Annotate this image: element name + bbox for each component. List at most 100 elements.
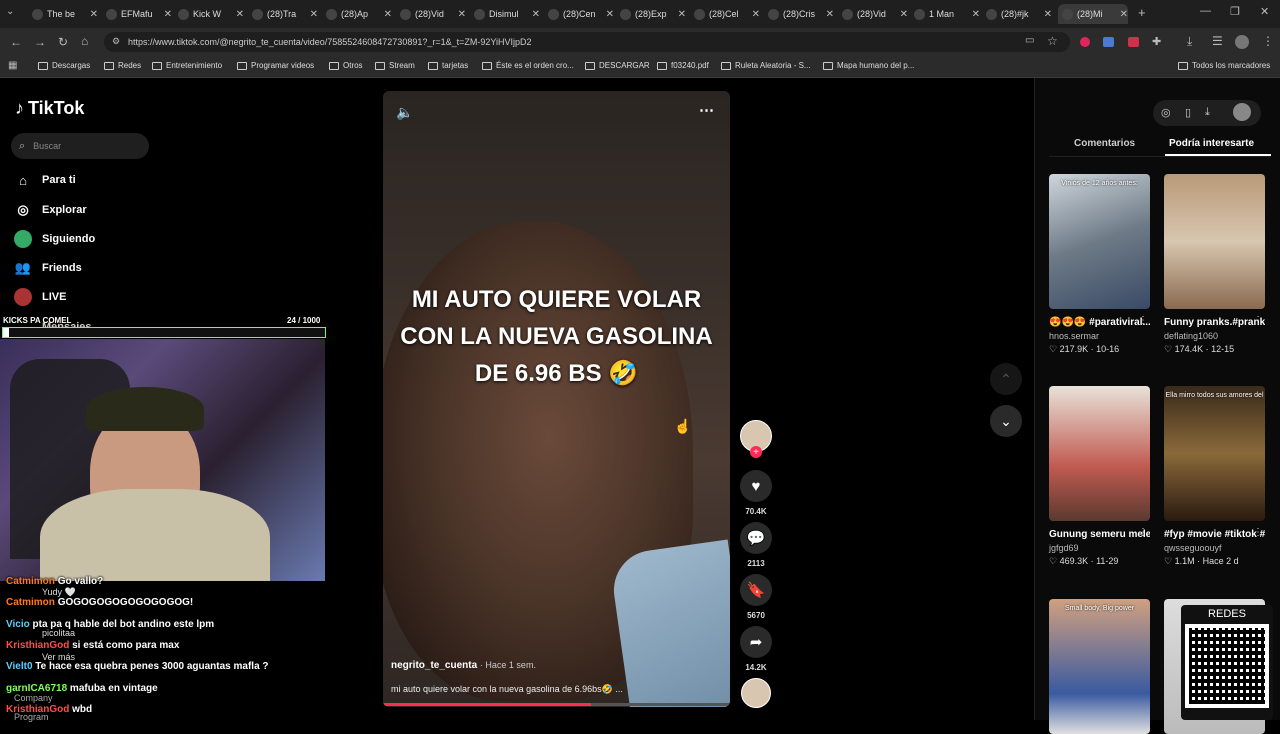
bookmark-item[interactable]: DESCARGAR xyxy=(585,61,650,70)
browser-menu-icon[interactable]: ⋮ xyxy=(1262,34,1274,48)
tab-close-icon[interactable]: ✕ xyxy=(90,9,98,20)
tab-close-icon[interactable]: ✕ xyxy=(972,9,980,20)
suggested-video-card[interactable]: Gunung semeru meletus lagi pad... jgfgd69… xyxy=(1049,386,1150,567)
browser-tab[interactable]: (28)Vid ✕ xyxy=(396,4,466,24)
download-icon[interactable]: ⤓ xyxy=(1205,106,1210,119)
tab-close-icon[interactable]: ✕ xyxy=(900,9,908,20)
home-icon[interactable]: ⌂ xyxy=(81,34,88,48)
tab-close-icon[interactable]: ✕ xyxy=(826,9,834,20)
reading-list-icon[interactable]: ☰ xyxy=(1212,34,1223,48)
url-input[interactable]: https://www.tiktok.com/@negrito_te_cuent… xyxy=(104,32,1070,52)
bookmark-item[interactable]: Redes xyxy=(104,61,141,70)
footer-program[interactable]: Program xyxy=(14,712,49,722)
extension-icon[interactable] xyxy=(1128,37,1139,47)
browser-tab[interactable]: (28)Mi ✕ xyxy=(1058,4,1128,24)
video-thumbnail[interactable]: Viniós de 12 años antes: xyxy=(1049,174,1150,309)
tab-close-icon[interactable]: ✕ xyxy=(752,9,760,20)
download-icon[interactable]: ⤓ xyxy=(1187,34,1192,49)
browser-tab[interactable]: (28)Exp ✕ xyxy=(616,4,686,24)
card-user[interactable]: deflating1060 xyxy=(1164,331,1265,341)
browser-tab[interactable]: EFMafu ✕ xyxy=(102,4,172,24)
tab-close-icon[interactable]: ✕ xyxy=(678,9,686,20)
search-input[interactable]: ⌕ Buscar xyxy=(11,133,149,159)
bookmark-item[interactable]: f03240.pdf xyxy=(657,61,709,70)
maximize-icon[interactable]: ❐ xyxy=(1230,5,1240,18)
tab-close-icon[interactable]: ✕ xyxy=(606,9,614,20)
music-disc-avatar[interactable] xyxy=(741,678,771,708)
tiktok-logo[interactable]: ♪ TikTok xyxy=(15,98,84,119)
suggested-video-card[interactable]: Ella mirro todos sus amores del #fyp #mov… xyxy=(1164,386,1265,567)
tab-comments[interactable]: Comentarios xyxy=(1074,138,1135,149)
bookmark-item[interactable]: Todos los marcadores xyxy=(1178,61,1270,70)
browser-tab[interactable]: The be ✕ xyxy=(28,4,98,24)
translate-extension-icon[interactable] xyxy=(1103,37,1114,47)
browser-tab[interactable]: Disimul ✕ xyxy=(470,4,540,24)
like-button[interactable]: ♥ xyxy=(740,470,772,502)
back-icon[interactable]: ← xyxy=(10,35,22,49)
nav-for-you[interactable]: ⌂ Para ti xyxy=(14,171,76,189)
browser-tab[interactable]: (28)Cris ✕ xyxy=(764,4,834,24)
bookmark-item[interactable]: Entretenimiento xyxy=(152,61,222,70)
bookmark-item[interactable]: Descargas xyxy=(38,61,90,70)
next-video-button[interactable]: ⌄ xyxy=(990,405,1022,437)
share-button[interactable]: ➦ xyxy=(740,626,772,658)
nav-live[interactable]: LIVE xyxy=(14,288,66,306)
bookmark-item[interactable]: Mapa humano del p... xyxy=(823,61,914,70)
browser-tab[interactable]: (28)Cel ✕ xyxy=(690,4,760,24)
tab-close-icon[interactable]: ✕ xyxy=(1044,9,1052,20)
site-info-icon[interactable]: ⚙ xyxy=(112,36,120,47)
tab-close-icon[interactable]: ✕ xyxy=(310,9,318,20)
tab-close-icon[interactable]: ✕ xyxy=(1120,9,1128,20)
video-thumbnail[interactable] xyxy=(1164,174,1265,309)
bookmark-item[interactable]: tarjetas xyxy=(428,61,468,70)
reload-icon[interactable]: ↻ xyxy=(58,35,68,49)
bookmark-item[interactable]: Éste es el orden cro... xyxy=(482,61,574,70)
card-user[interactable]: hnos.sermar xyxy=(1049,331,1150,341)
footer-company[interactable]: Company xyxy=(14,693,53,703)
browser-tab[interactable]: (28)Tra ✕ xyxy=(248,4,318,24)
volume-icon[interactable]: 🔈 xyxy=(396,104,413,121)
more-options-icon[interactable]: ⋯ xyxy=(699,101,714,119)
cast-icon[interactable]: ▭ xyxy=(1025,35,1034,46)
apps-grid-icon[interactable]: ▦ xyxy=(8,60,17,71)
tab-close-icon[interactable]: ✕ xyxy=(236,9,244,20)
compass-icon[interactable]: ◎ xyxy=(1161,106,1171,119)
extensions-puzzle-icon[interactable]: ✚ xyxy=(1152,35,1161,48)
browser-tab[interactable]: (28)Vid ✕ xyxy=(838,4,908,24)
card-more-icon[interactable]: ⋮ xyxy=(1253,315,1263,326)
forward-icon[interactable]: → xyxy=(34,35,46,49)
tab-close-icon[interactable]: ✕ xyxy=(384,9,392,20)
nav-friends[interactable]: 👥 Friends xyxy=(14,259,82,277)
user-avatar[interactable] xyxy=(1233,103,1251,121)
nav-following[interactable]: Siguiendo xyxy=(14,230,95,248)
previous-video-button[interactable]: ⌃ xyxy=(990,363,1022,395)
video-progress-bar[interactable] xyxy=(383,703,730,706)
bookmark-item[interactable]: Otros xyxy=(329,61,363,70)
tab-close-icon[interactable]: ✕ xyxy=(532,9,540,20)
browser-tab[interactable]: (28)Cen ✕ xyxy=(544,4,614,24)
card-more-icon[interactable]: ⋮ xyxy=(1138,315,1148,326)
video-player[interactable]: MI AUTO QUIERE VOLAR CON LA NUEVA GASOLI… xyxy=(383,91,730,707)
nav-explore[interactable]: ◎ Explorar xyxy=(14,201,86,219)
video-author[interactable]: negrito_te_cuenta xyxy=(391,660,477,671)
save-button[interactable]: 🔖 xyxy=(740,574,772,606)
card-more-icon[interactable]: ⋮ xyxy=(1138,527,1148,538)
bookmark-item[interactable]: Stream xyxy=(375,61,415,70)
extension-icon[interactable] xyxy=(1080,37,1090,47)
video-thumbnail[interactable] xyxy=(1049,386,1150,521)
bookmark-item[interactable]: Ruleta Aleatoria - S... xyxy=(721,61,811,70)
bookmark-star-icon[interactable]: ☆ xyxy=(1047,34,1058,48)
new-tab-icon[interactable]: + xyxy=(1138,5,1146,20)
profile-avatar[interactable] xyxy=(1235,35,1249,49)
tab-close-icon[interactable]: ✕ xyxy=(458,9,466,20)
card-user[interactable]: qwsseguoouyf xyxy=(1164,543,1265,553)
browser-tab[interactable]: (28)Ap ✕ xyxy=(322,4,392,24)
bookmark-item[interactable]: Programar videos xyxy=(237,61,314,70)
tab-search-icon[interactable]: ⌄ xyxy=(6,6,14,17)
suggested-video-card[interactable]: Funny pranks.#prank... deflating1060 ♡ 174… xyxy=(1164,174,1265,355)
see-more-link[interactable]: Ver más xyxy=(42,652,75,662)
browser-tab[interactable]: Kick W ✕ xyxy=(174,4,244,24)
suggested-video-card[interactable]: Viniós de 12 años antes: 😍😍😍 #parativiral… xyxy=(1049,174,1150,355)
browser-tab[interactable]: (28)#jk ✕ xyxy=(982,4,1052,24)
phone-icon[interactable]: ▯ xyxy=(1185,106,1191,119)
